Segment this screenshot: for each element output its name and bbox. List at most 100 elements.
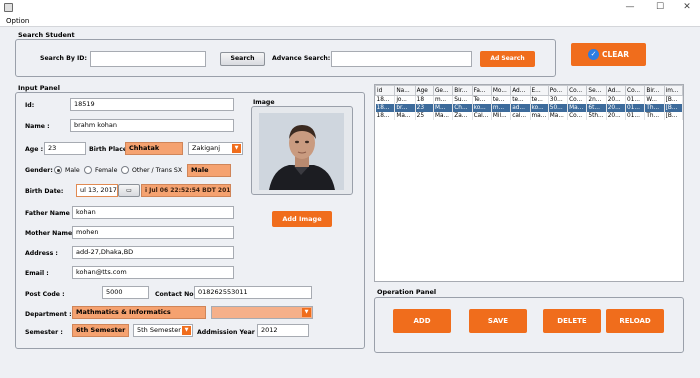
- table-header-cell[interactable]: Mo...: [490, 85, 512, 96]
- table-row[interactable]: 18... Ma... 25 Ma... Za... Cal... Mil... cal...…: [375, 111, 683, 120]
- table-header-cell[interactable]: Fa...: [471, 85, 492, 96]
- table-header-cell[interactable]: Bir...: [452, 85, 473, 96]
- age-field[interactable]: 23: [44, 142, 86, 155]
- gender-male-radio[interactable]: [54, 166, 62, 174]
- birth-place-field[interactable]: Chhatak: [125, 142, 183, 155]
- table-cell: 18...: [375, 111, 396, 120]
- table-cell: [B...: [664, 103, 683, 112]
- id-field[interactable]: 18519: [70, 98, 234, 111]
- table-cell: Ma...: [394, 111, 416, 120]
- advance-search-label: Advance Search:: [272, 55, 331, 62]
- save-button[interactable]: SAVE: [469, 309, 527, 333]
- gender-male-label: Male: [65, 167, 80, 174]
- table-row[interactable]: 18... jo... 18 m... Su... Te... te... te... te..…: [375, 95, 683, 104]
- table-cell: 18...: [375, 103, 396, 112]
- gender-other-label: Other / Trans SX: [132, 167, 183, 174]
- table-header-cell[interactable]: Ge...: [432, 85, 454, 96]
- table-cell: Ch...: [452, 103, 473, 112]
- table-header-cell[interactable]: Co...: [625, 85, 646, 96]
- admission-year-label: Addmission Year :: [197, 329, 260, 336]
- advance-search-input[interactable]: [331, 51, 472, 67]
- table-cell: Ma...: [433, 111, 454, 120]
- name-label: Name :: [25, 123, 50, 130]
- table-header-cell[interactable]: Po...: [547, 85, 569, 96]
- table-header-cell[interactable]: im...: [663, 85, 683, 96]
- table-header-row: id Na... Age Ge... Bir... Fa... Mo... Ad…: [375, 85, 683, 96]
- add-button[interactable]: ADD: [393, 309, 451, 333]
- table-header-cell[interactable]: Bir...: [644, 85, 665, 96]
- table-cell: 20...: [606, 95, 627, 104]
- table-cell: M...: [433, 103, 454, 112]
- birth-date-full-field: i Jul 06 22:52:54 BDT 2017: [141, 184, 231, 197]
- calendar-icon[interactable]: ▭: [118, 184, 140, 197]
- email-field[interactable]: kohan@tts.com: [72, 266, 234, 279]
- table-cell: 18: [415, 95, 434, 104]
- email-label: Email :: [25, 270, 49, 277]
- birth-date-label: Birth Date:: [25, 188, 64, 195]
- table-cell: m...: [491, 103, 512, 112]
- menu-option[interactable]: Option: [6, 17, 29, 25]
- table-cell: ad...: [510, 103, 531, 112]
- table-header-cell[interactable]: Se...: [586, 85, 607, 96]
- search-id-input[interactable]: [90, 51, 206, 67]
- table-cell: te...: [530, 95, 549, 104]
- table-row[interactable]: 18... br... 23 M... Ch... ko... m... ad... ko...…: [375, 103, 683, 112]
- chevron-down-icon: ▼: [182, 326, 191, 335]
- gender-other-radio[interactable]: [121, 166, 129, 174]
- app-icon: [4, 3, 13, 12]
- birth-place-select[interactable]: Zakiganj ▼: [188, 142, 243, 155]
- department-field[interactable]: Mathmatics & Informatics: [72, 306, 206, 319]
- reload-button[interactable]: RELOAD: [606, 309, 664, 333]
- table-cell: Th...: [644, 111, 665, 120]
- gender-label: Gender:: [25, 167, 53, 174]
- post-code-field[interactable]: 5000: [102, 286, 149, 299]
- table-cell: 23: [415, 103, 434, 112]
- name-field[interactable]: brahm kohan: [70, 119, 234, 132]
- table-cell: Ma...: [567, 103, 588, 112]
- image-label: Image: [253, 99, 275, 106]
- table-header-cell[interactable]: E...: [529, 85, 549, 96]
- admission-year-field[interactable]: 2012: [257, 324, 309, 337]
- table-cell: ma...: [530, 111, 549, 120]
- table-header-cell[interactable]: Na...: [394, 85, 416, 96]
- maximize-button[interactable]: ☐: [653, 1, 667, 13]
- table-header-cell[interactable]: Co...: [567, 85, 588, 96]
- table-header-cell[interactable]: id: [375, 85, 396, 96]
- student-photo: [259, 113, 344, 190]
- table-cell: 30...: [548, 95, 569, 104]
- table-cell: Su...: [452, 95, 473, 104]
- contact-no-label: Contact No :: [155, 291, 199, 298]
- table-cell: 01...: [625, 103, 646, 112]
- table-cell: ko...: [530, 103, 549, 112]
- student-table[interactable]: id Na... Age Ge... Bir... Fa... Mo... Ad…: [374, 84, 684, 282]
- add-image-button[interactable]: Add Image: [272, 211, 332, 227]
- gender-female-radio[interactable]: [84, 166, 92, 174]
- table-cell: 20...: [606, 103, 627, 112]
- father-name-field[interactable]: kohan: [72, 206, 234, 219]
- contact-no-field[interactable]: 018262553011: [194, 286, 312, 299]
- address-field[interactable]: add-27,Dhaka,BD: [72, 246, 234, 259]
- table-header-cell[interactable]: Ad...: [605, 85, 627, 96]
- clear-button[interactable]: ✓ CLEAR: [571, 43, 646, 66]
- table-cell: Cal...: [472, 111, 492, 120]
- department-select[interactable]: ▼: [211, 306, 313, 319]
- table-cell: [B...: [664, 111, 683, 120]
- father-name-label: Father Name :: [25, 210, 75, 217]
- semester-field[interactable]: 6th Semester: [72, 324, 129, 337]
- mother-name-field[interactable]: mohen: [72, 226, 234, 239]
- ad-search-button[interactable]: Ad Search: [480, 51, 535, 67]
- delete-button[interactable]: DELETE: [543, 309, 601, 333]
- table-cell: Co...: [567, 95, 588, 104]
- birth-date-field[interactable]: ul 13, 2017: [76, 184, 118, 197]
- table-cell: 20...: [606, 111, 627, 120]
- semester-select[interactable]: 5th Semester ▼: [133, 324, 193, 337]
- search-button[interactable]: Search: [220, 52, 265, 66]
- minimize-button[interactable]: —: [623, 1, 637, 13]
- title-bar: [0, 0, 700, 15]
- close-button[interactable]: ✕: [680, 1, 694, 13]
- table-header-cell[interactable]: Age: [414, 85, 434, 96]
- table-cell: Za...: [452, 111, 473, 120]
- table-header-cell[interactable]: Ad...: [510, 85, 531, 96]
- chevron-down-icon: ▼: [302, 308, 311, 317]
- table-cell: te...: [510, 95, 531, 104]
